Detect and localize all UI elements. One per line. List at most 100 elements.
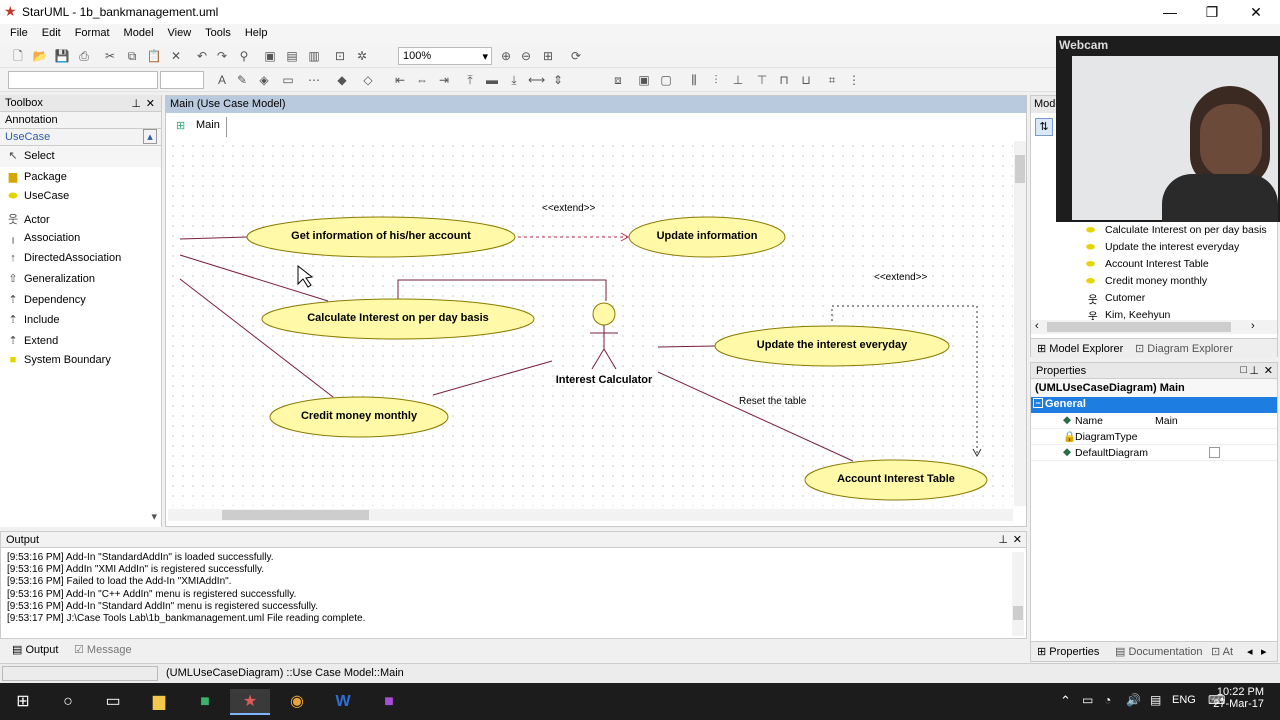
float-icon[interactable]: □ (1240, 364, 1247, 376)
diagram-canvas[interactable]: Get information of his/her account Updat… (168, 141, 1013, 506)
tool-dependency[interactable]: ⇡ Dependency (0, 290, 161, 311)
align-top-icon[interactable]: ⤒ (462, 72, 478, 88)
tool-actor[interactable]: 웃 Actor (0, 208, 161, 229)
tool-extend[interactable]: ⇡ Extend (0, 331, 161, 352)
close-icon[interactable]: ✕ (1013, 533, 1022, 546)
tree-item[interactable]: ⬬ Credit money monthly (1031, 274, 1267, 291)
pin-icon[interactable]: ⊥ (1249, 364, 1259, 377)
property-row[interactable]: ◆ Name Main (1031, 413, 1277, 429)
word-icon[interactable]: W (328, 689, 358, 715)
magic-icon[interactable]: ✲ (354, 48, 370, 64)
vertical-scrollbar[interactable] (1014, 141, 1026, 506)
distribute-icon[interactable]: ⫼ (686, 72, 702, 88)
scrollbar-thumb[interactable] (1047, 322, 1231, 332)
size-w-icon[interactable]: ⊓ (776, 72, 792, 88)
menu-format[interactable]: Format (68, 24, 117, 39)
layout-icon[interactable]: ◇ (360, 72, 376, 88)
staruml-taskbar-icon[interactable]: ★ (230, 689, 270, 715)
zoom-box-icon[interactable]: ▥ (306, 48, 322, 64)
collapse-icon[interactable]: − (1033, 398, 1043, 408)
scrollbar-thumb[interactable] (1015, 155, 1025, 183)
tab-properties[interactable]: ⊞ Properties (1037, 645, 1099, 658)
tree-item[interactable]: ⬬ Update the interest everyday (1031, 240, 1267, 257)
print-icon[interactable]: ⎙ (76, 48, 92, 64)
fit-icon[interactable]: ⊞ (540, 48, 556, 64)
font-select[interactable] (8, 71, 158, 89)
tab-main[interactable]: ⊞ Main (172, 117, 227, 137)
tray-chevron-icon[interactable]: ⌃ (1060, 693, 1071, 709)
pin-icon[interactable]: ⊥ (131, 97, 141, 110)
tree-item[interactable]: ⬬ Calculate Interest on per day basis (1031, 223, 1267, 240)
battery-icon[interactable]: ▭ (1082, 693, 1093, 707)
arrange-icon[interactable]: ⧈ (610, 72, 626, 88)
network-icon[interactable]: ◔ (1104, 693, 1111, 707)
tab-model-explorer[interactable]: ⊞ Model Explorer (1037, 342, 1123, 355)
tool-include[interactable]: ⇡ Include (0, 310, 161, 331)
tree-item[interactable]: 웃 Cutomer (1031, 291, 1267, 308)
tool-system-boundary[interactable]: ■ System Boundary (0, 351, 161, 372)
fill-icon[interactable]: ◆ (334, 72, 350, 88)
task-view-icon[interactable]: ▭ (98, 689, 128, 715)
close-button[interactable]: ✕ (1236, 2, 1276, 22)
more-icon[interactable]: ⋮ (846, 72, 862, 88)
section-usecase[interactable]: UseCase ▴ (0, 129, 161, 146)
back-icon[interactable]: ▢ (658, 72, 674, 88)
new-file-icon[interactable]: 🗋 (10, 48, 26, 64)
zoom-out-icon[interactable]: ⊖ (518, 48, 534, 64)
pin-icon[interactable]: ⊥ (998, 533, 1008, 546)
cut-icon[interactable]: ✂ (102, 48, 118, 64)
menu-help[interactable]: Help (238, 24, 275, 39)
language-indicator[interactable]: ENG (1172, 694, 1196, 706)
tab-attachments[interactable]: ⊡ At (1211, 645, 1233, 658)
scrollbar-thumb[interactable] (222, 510, 369, 520)
menu-file[interactable]: File (0, 24, 35, 39)
find-icon[interactable]: ⚲ (236, 48, 252, 64)
tool-select[interactable]: ↖ Select (0, 146, 161, 167)
tree-horizontal-scrollbar[interactable]: ‹ › (1031, 320, 1277, 334)
shape-style-icon[interactable]: ▭ (280, 72, 296, 88)
tool-directed-association[interactable]: ↑ DirectedAssociation (0, 249, 161, 270)
property-row[interactable]: ◆ DefaultDiagram (1031, 445, 1277, 461)
tab-scroll-right-icon[interactable]: ▸ (1261, 645, 1267, 658)
tab-scroll-left-icon[interactable]: ◂ (1247, 645, 1253, 658)
scroll-right-icon[interactable]: › (1251, 320, 1255, 332)
align-left-icon[interactable]: ⇤ (392, 72, 408, 88)
chrome-icon[interactable]: ◉ (282, 689, 312, 715)
tool-association[interactable]: ╷ Association (0, 228, 161, 249)
menu-model[interactable]: Model (117, 24, 161, 39)
space-vertical-icon[interactable]: ⇕ (550, 72, 566, 88)
grid-icon[interactable]: ⌗ (824, 72, 840, 88)
font-color-icon[interactable]: A (214, 72, 230, 88)
default-diagram-checkbox[interactable] (1209, 447, 1220, 458)
open-folder-icon[interactable]: 📂 (32, 48, 48, 64)
align-center-icon[interactable]: ⇔ (414, 72, 430, 88)
close-icon[interactable]: ✕ (146, 97, 155, 110)
fill-color-icon[interactable]: ◈ (256, 72, 272, 88)
group-general[interactable]: − General (1031, 397, 1277, 413)
tree-item[interactable]: ⬬ Account Interest Table (1031, 257, 1267, 274)
scroll-left-icon[interactable]: ‹ (1035, 320, 1039, 332)
save-icon[interactable]: 💾 (54, 48, 70, 64)
diagram-icon[interactable]: ⊡ (332, 48, 348, 64)
clock[interactable]: 10:22 PM 27-Mar-17 (1208, 686, 1264, 710)
tree-item[interactable]: 웃 Kim, Keehyun (1031, 308, 1267, 320)
minimize-button[interactable]: — (1150, 2, 1190, 22)
redo-icon[interactable]: ↷ (214, 48, 230, 64)
sort-icon[interactable]: ⇅ (1035, 118, 1053, 136)
notification-icon[interactable]: ▤ (1150, 693, 1161, 707)
scroll-down-icon[interactable]: ▾ (151, 510, 157, 523)
paste-icon[interactable]: 📋 (146, 48, 162, 64)
menu-tools[interactable]: Tools (198, 24, 238, 39)
horizontal-scrollbar[interactable] (168, 509, 1013, 521)
distribute-v-icon[interactable]: ⊥ (730, 72, 746, 88)
refresh-icon[interactable]: ⟳ (568, 48, 584, 64)
distribute-h-icon[interactable]: ⫶ (708, 72, 724, 88)
volume-icon[interactable]: 🔊 (1126, 693, 1141, 707)
font-size-select[interactable] (160, 71, 204, 89)
menu-view[interactable]: View (161, 24, 199, 39)
space-icon[interactable]: ⟷ (528, 72, 545, 88)
media-app-icon[interactable]: ■ (374, 689, 404, 715)
size-h-icon[interactable]: ⊔ (798, 72, 814, 88)
size-icon[interactable]: ⊤ (754, 72, 770, 88)
actor-interest-calculator[interactable] (590, 302, 618, 370)
